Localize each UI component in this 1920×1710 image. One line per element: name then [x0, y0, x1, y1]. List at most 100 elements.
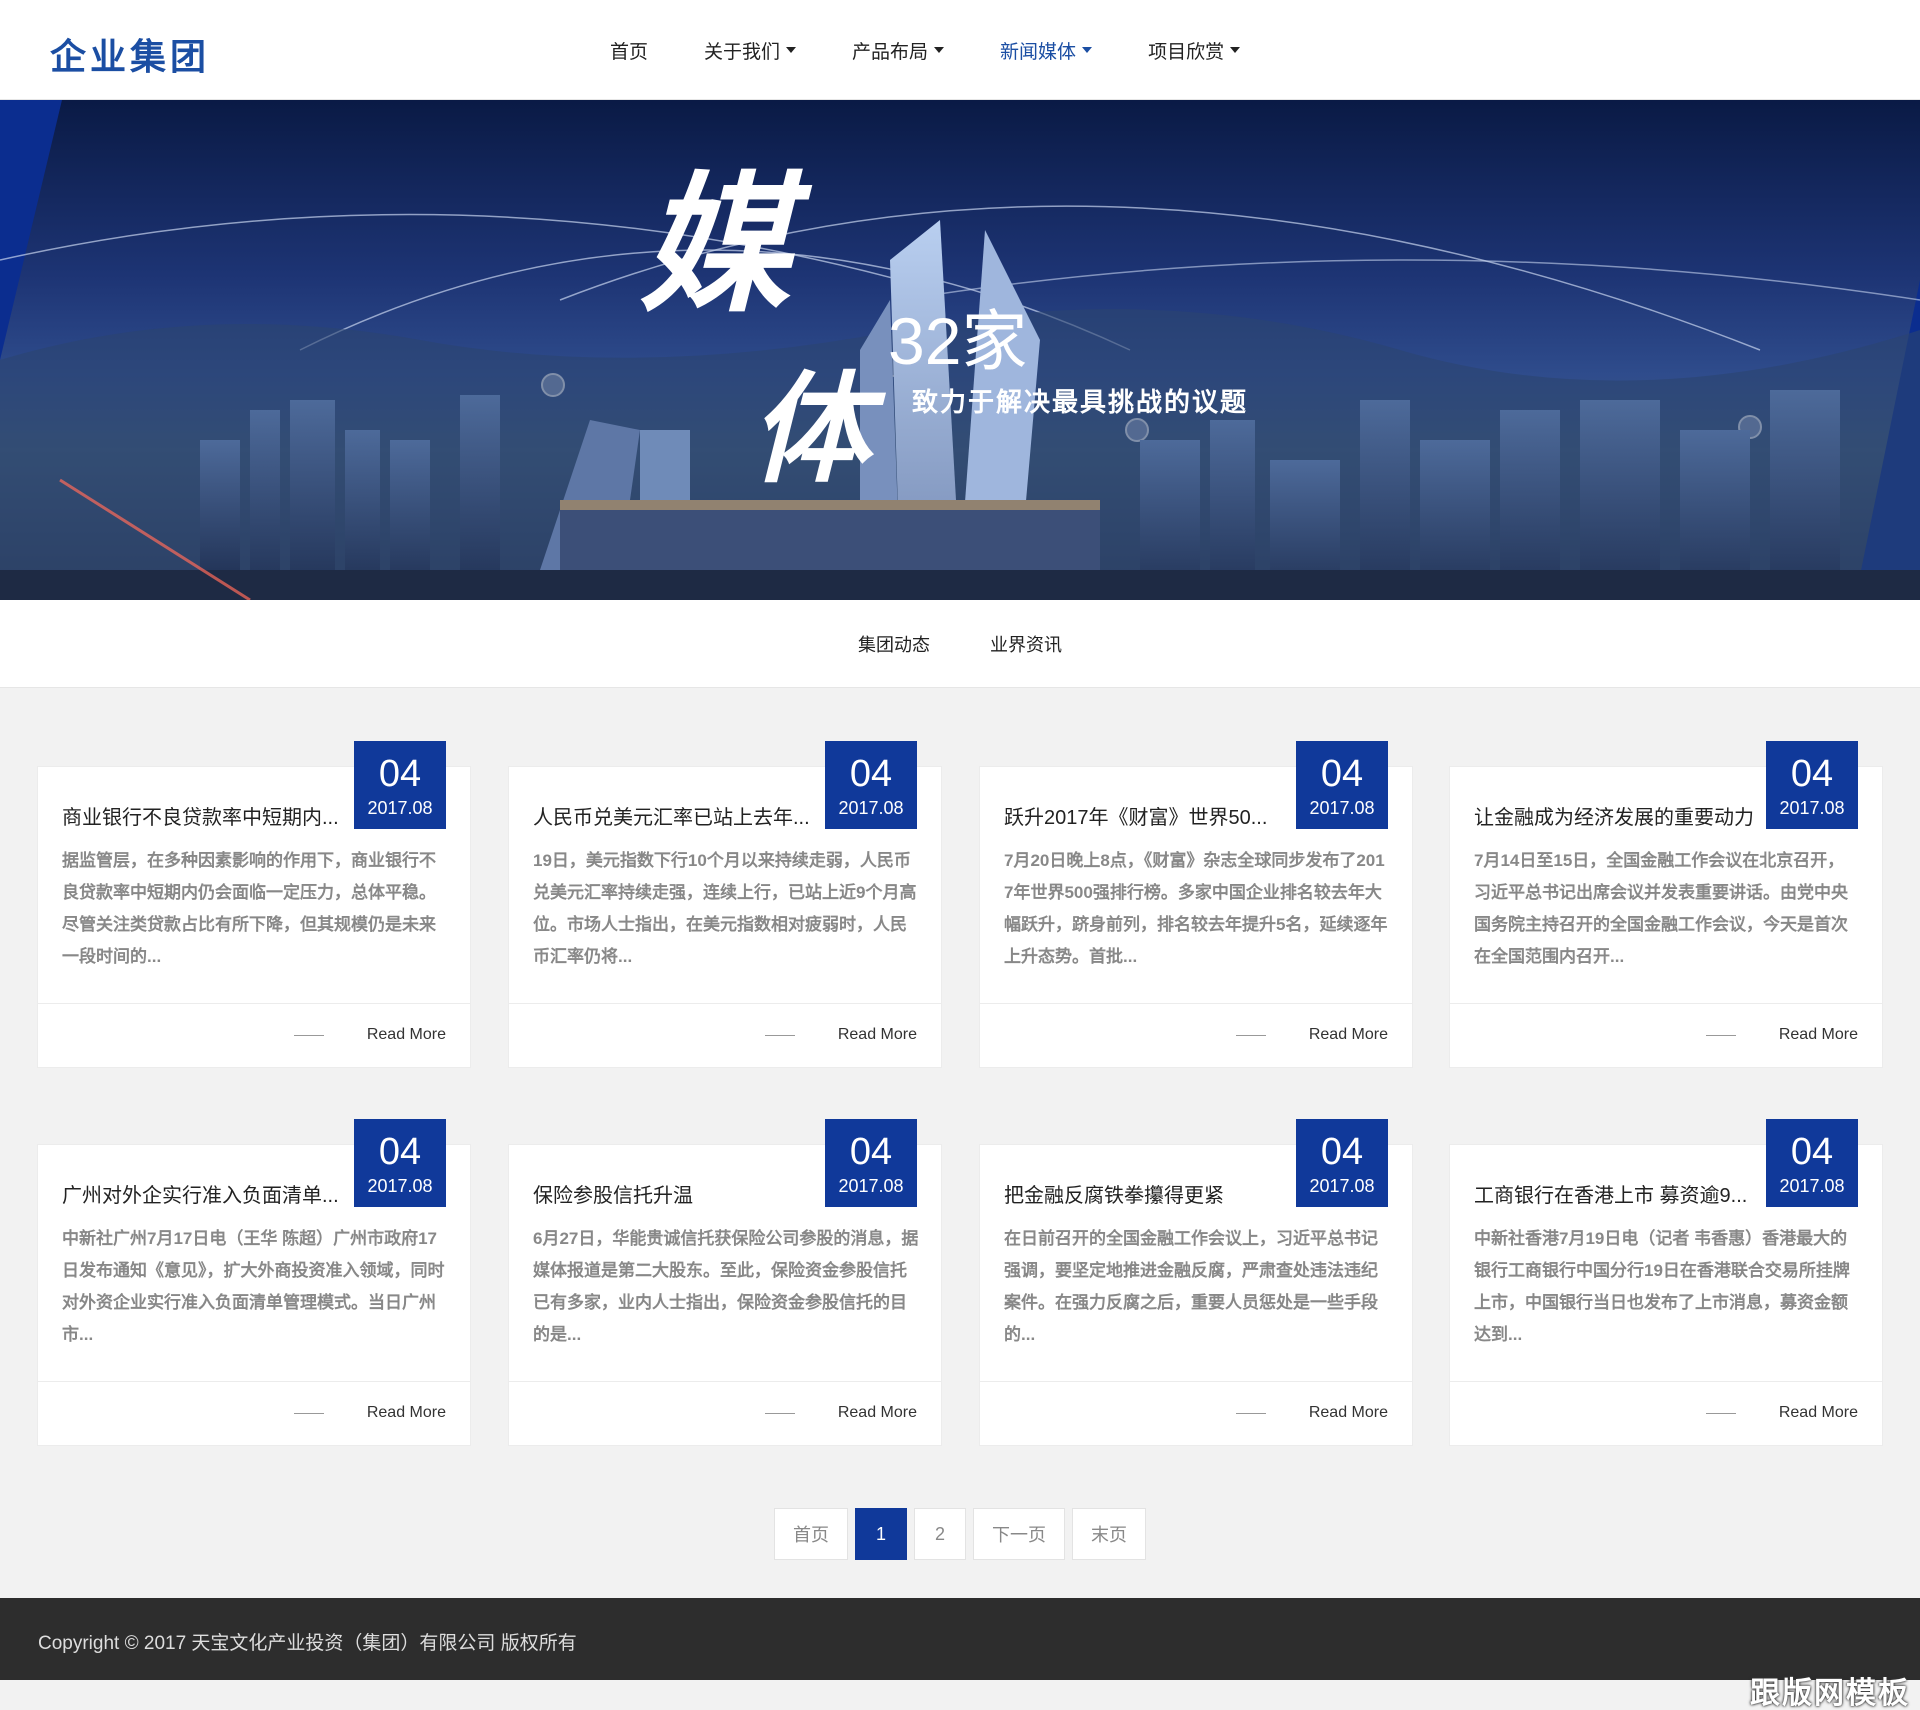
- article-summary: 7月14日至15日，全国金融工作会议在北京召开，习近平总书记出席会议并发表重要讲…: [1474, 851, 1848, 966]
- nav-item-about[interactable]: 关于我们: [704, 37, 797, 64]
- date-day: 04: [1790, 1131, 1834, 1173]
- card-footer: Read More: [38, 1003, 470, 1067]
- article-card[interactable]: 04 2017.08 保险参股信托升温 6月27日，华能贵诚信托获保险公司参股的…: [508, 1119, 942, 1446]
- article-title[interactable]: 保险参股信托升温: [533, 1179, 823, 1208]
- date-day: 04: [1320, 753, 1364, 795]
- card-footer: Read More: [38, 1381, 470, 1445]
- date-badge: 04 2017.08: [1766, 1119, 1858, 1207]
- date-badge: 04 2017.08: [1766, 741, 1858, 829]
- read-more-link[interactable]: Read More: [838, 1026, 917, 1044]
- article-card[interactable]: 04 2017.08 人民币兑美元汇率已站上去年... 19日，美元指数下行10…: [508, 741, 942, 1068]
- card-footer: Read More: [1450, 1381, 1882, 1445]
- card-footer: Read More: [980, 1003, 1412, 1067]
- read-more-link[interactable]: Read More: [367, 1026, 446, 1044]
- date-year-month: 2017.08: [367, 1176, 433, 1196]
- date-badge: 04 2017.08: [825, 741, 917, 829]
- pagination: 首页 1 2 下一页 末页: [774, 1508, 1153, 1560]
- divider-line: [1236, 1413, 1266, 1414]
- date-day: 04: [1320, 1131, 1364, 1173]
- divider-line: [294, 1413, 324, 1414]
- page-button-2[interactable]: 2: [914, 1508, 966, 1560]
- last-page-button[interactable]: 末页: [1072, 1508, 1146, 1560]
- divider-line: [765, 1035, 795, 1036]
- date-day: 04: [849, 1131, 893, 1173]
- caret-down-icon: [934, 47, 945, 53]
- article-card[interactable]: 04 2017.08 跃升2017年《财富》世界50... 7月20日晚上8点，…: [979, 741, 1413, 1068]
- read-more-link[interactable]: Read More: [1779, 1404, 1858, 1422]
- date-year-month: 2017.08: [838, 1176, 904, 1196]
- read-more-link[interactable]: Read More: [1309, 1404, 1388, 1422]
- tab-group-news[interactable]: 集团动态: [858, 631, 930, 657]
- banner-count: 32家: [888, 304, 1028, 378]
- article-card[interactable]: 04 2017.08 让金融成为经济发展的重要动力 7月14日至15日，全国金融…: [1449, 741, 1883, 1068]
- caret-down-icon: [1230, 47, 1241, 53]
- caret-down-icon: [1082, 47, 1093, 53]
- date-year-month: 2017.08: [1309, 798, 1375, 818]
- main-nav: 首页 关于我们 产品布局 新闻媒体 项目欣赏: [610, 0, 1296, 100]
- banner-calligraphy-char-2: 体: [750, 359, 870, 500]
- site-footer: Copyright © 2017 天宝文化产业投资（集团）有限公司 版权所有: [0, 1598, 1920, 1680]
- article-summary: 据监管层，在多种因素影响的作用下，商业银行不良贷款率中短期内仍会面临一定压力，总…: [62, 851, 436, 966]
- date-badge: 04 2017.08: [354, 741, 446, 829]
- watermark-text: 跟版网模板: [1750, 1677, 1910, 1710]
- article-card[interactable]: 04 2017.08 把金融反腐铁拳攥得更紧 在日前召开的全国金融工作会议上，习…: [979, 1119, 1413, 1446]
- site-logo[interactable]: 企业集团: [50, 28, 210, 80]
- article-summary: 在日前召开的全国金融工作会议上，习近平总书记强调，要坚定地推进金融反腐，严肃查处…: [1004, 1229, 1378, 1344]
- article-summary: 中新社广州7月17日电（王华 陈超）广州市政府17日发布通知《意见》，扩大外商投…: [62, 1229, 445, 1344]
- next-page-button[interactable]: 下一页: [973, 1508, 1065, 1560]
- divider-line: [1706, 1035, 1736, 1036]
- date-badge: 04 2017.08: [1296, 741, 1388, 829]
- read-more-link[interactable]: Read More: [838, 1404, 917, 1422]
- article-title[interactable]: 让金融成为经济发展的重要动力: [1474, 801, 1764, 830]
- nav-label: 首页: [610, 41, 649, 63]
- article-summary: 6月27日，华能贵诚信托获保险公司参股的消息，据媒体报道是第二大股东。至此，保险…: [533, 1229, 919, 1344]
- date-year-month: 2017.08: [367, 798, 433, 818]
- date-year-month: 2017.08: [1779, 1176, 1845, 1196]
- date-badge: 04 2017.08: [354, 1119, 446, 1207]
- card-footer: Read More: [1450, 1003, 1882, 1067]
- date-day: 04: [849, 753, 893, 795]
- divider-line: [294, 1035, 324, 1036]
- date-year-month: 2017.08: [1779, 798, 1845, 818]
- card-footer: Read More: [980, 1381, 1412, 1445]
- article-summary: 7月20日晚上8点，《财富》杂志全球同步发布了2017年世界500强排行榜。多家…: [1004, 851, 1388, 966]
- article-card[interactable]: 04 2017.08 商业银行不良贷款率中短期内... 据监管层，在多种因素影响…: [37, 741, 471, 1068]
- article-title[interactable]: 跃升2017年《财富》世界50...: [1004, 801, 1294, 830]
- article-title[interactable]: 人民币兑美元汇率已站上去年...: [533, 801, 823, 830]
- article-card[interactable]: 04 2017.08 广州对外企实行准入负面清单... 中新社广州7月17日电（…: [37, 1119, 471, 1446]
- site-header: 企业集团 首页 关于我们 产品布局 新闻媒体 项目欣赏: [0, 0, 1920, 100]
- category-tabs: 集团动态 业界资讯: [0, 600, 1920, 688]
- divider-line: [1236, 1035, 1266, 1036]
- page-button-1[interactable]: 1: [855, 1508, 907, 1560]
- divider-line: [765, 1413, 795, 1414]
- read-more-link[interactable]: Read More: [1779, 1026, 1858, 1044]
- card-footer: Read More: [509, 1003, 941, 1067]
- nav-item-products[interactable]: 产品布局: [852, 37, 945, 64]
- article-title[interactable]: 工商银行在香港上市 募资逾9...: [1474, 1179, 1764, 1208]
- nav-label: 新闻媒体: [1000, 41, 1077, 63]
- nav-item-news[interactable]: 新闻媒体: [1000, 37, 1093, 64]
- divider-line: [1706, 1413, 1736, 1414]
- tab-industry-news[interactable]: 业界资讯: [990, 631, 1062, 657]
- date-year-month: 2017.08: [838, 798, 904, 818]
- first-page-button[interactable]: 首页: [774, 1508, 848, 1560]
- banner-subtitle: 致力于解决最具挑战的议题: [912, 387, 1249, 417]
- copyright-text: Copyright © 2017 天宝文化产业投资（集团）有限公司 版权所有: [38, 1633, 577, 1654]
- date-day: 04: [378, 1131, 422, 1173]
- article-card[interactable]: 04 2017.08 工商银行在香港上市 募资逾9... 中新社香港7月19日电…: [1449, 1119, 1883, 1446]
- nav-label: 项目欣赏: [1148, 41, 1225, 63]
- date-year-month: 2017.08: [1309, 1176, 1375, 1196]
- card-footer: Read More: [509, 1381, 941, 1445]
- article-title[interactable]: 广州对外企实行准入负面清单...: [62, 1179, 352, 1208]
- nav-label: 关于我们: [704, 41, 781, 63]
- nav-item-projects[interactable]: 项目欣赏: [1148, 37, 1241, 64]
- article-summary: 19日，美元指数下行10个月以来持续走弱，人民币兑美元汇率持续走强，连续上行，已…: [533, 851, 917, 966]
- date-day: 04: [378, 753, 422, 795]
- article-summary: 中新社香港7月19日电（记者 韦香惠）香港最大的银行工商银行中国分行19日在香港…: [1474, 1229, 1850, 1344]
- hero-banner: 媒 体 32家 致力于解决最具挑战的议题: [0, 100, 1920, 600]
- read-more-link[interactable]: Read More: [1309, 1026, 1388, 1044]
- article-title[interactable]: 商业银行不良贷款率中短期内...: [62, 801, 352, 830]
- article-title[interactable]: 把金融反腐铁拳攥得更紧: [1004, 1179, 1294, 1208]
- nav-item-home[interactable]: 首页: [610, 37, 648, 64]
- read-more-link[interactable]: Read More: [367, 1404, 446, 1422]
